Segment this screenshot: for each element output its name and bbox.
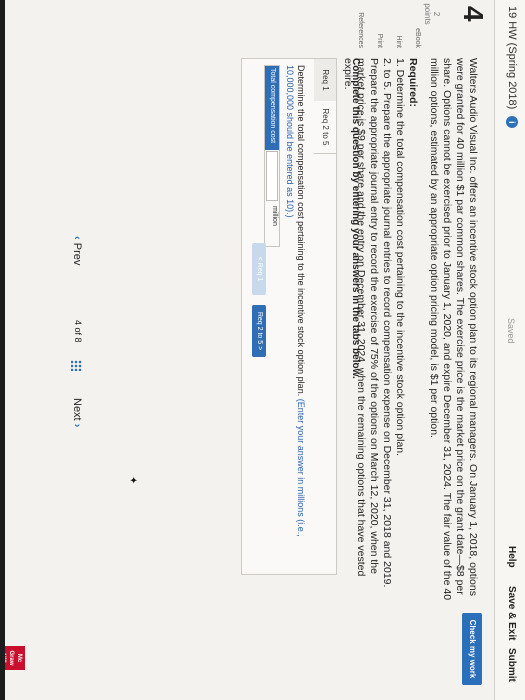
question-number: 4 xyxy=(458,6,489,22)
points-label: 2 points xyxy=(423,3,441,25)
tab-instruction: Determine the total compensation cost pe… xyxy=(284,65,306,565)
assignment-title-label: 19 HW (Spring 2018) xyxy=(506,6,518,110)
monitor-bezel xyxy=(0,0,5,700)
next-tab-button[interactable]: Req 2 to 5 > xyxy=(252,305,266,357)
question-sidebar: eBook Hint Print References xyxy=(345,10,421,48)
mouse-cursor-icon: ✦ xyxy=(127,476,138,485)
compensation-cost-input[interactable] xyxy=(266,151,278,201)
complete-prompt: Complete this question by entering your … xyxy=(350,58,361,379)
prev-button[interactable]: ‹ Prev xyxy=(71,236,83,265)
assignment-title[interactable]: 19 HW (Spring 2018) i xyxy=(505,6,518,129)
hint-link[interactable]: Hint xyxy=(395,10,402,48)
next-label: Next xyxy=(71,398,83,421)
page-info: 4 of 8 xyxy=(73,320,83,343)
row-unit: million xyxy=(271,206,278,226)
saved-status: Saved xyxy=(506,318,516,344)
requirement-2-5: 2. to 5. Prepare the appropriate journal… xyxy=(342,58,393,588)
tab-panel: Req 1 Req 2 to 5 Determine the total com… xyxy=(241,58,337,575)
question-content: Walters Audio Visual Inc. offers an ince… xyxy=(341,58,479,606)
instruction-text: Determine the total compensation cost pe… xyxy=(296,65,306,397)
ebook-link[interactable]: eBook xyxy=(414,10,421,48)
check-my-work-button[interactable]: Check my work xyxy=(462,613,482,685)
submit-button[interactable]: Submit xyxy=(506,648,517,682)
help-link[interactable]: Help xyxy=(506,546,517,568)
photo-background: 19 HW (Spring 2018) i Saved Help Save & … xyxy=(0,0,525,700)
grid-icon[interactable] xyxy=(71,360,82,371)
info-icon[interactable]: i xyxy=(505,116,518,129)
save-exit-button[interactable]: Save & Exit xyxy=(506,586,517,640)
row-label: Total compensation cost xyxy=(265,66,279,150)
screen: 19 HW (Spring 2018) i Saved Help Save & … xyxy=(0,0,525,700)
chevron-left-icon: ‹ xyxy=(71,236,83,240)
prev-tab-button[interactable]: < Req 1 xyxy=(252,243,266,295)
required-heading: Required: xyxy=(407,58,419,108)
print-link[interactable]: Print xyxy=(376,10,383,48)
tab-req-2-to-5[interactable]: Req 2 to 5 xyxy=(313,101,336,154)
prev-label: Prev xyxy=(71,242,83,266)
tab-req-1[interactable]: Req 1 xyxy=(314,59,336,102)
top-bar: 19 HW (Spring 2018) i Saved Help Save & … xyxy=(494,0,525,700)
next-button[interactable]: Next › xyxy=(71,398,83,427)
references-link[interactable]: References xyxy=(357,10,364,48)
question-body: Walters Audio Visual Inc. offers an ince… xyxy=(428,58,479,601)
answer-row: Total compensation cost million xyxy=(264,65,280,247)
requirement-1: 1. Determine the total compensation cost… xyxy=(394,58,406,457)
chevron-right-icon: › xyxy=(71,423,83,428)
